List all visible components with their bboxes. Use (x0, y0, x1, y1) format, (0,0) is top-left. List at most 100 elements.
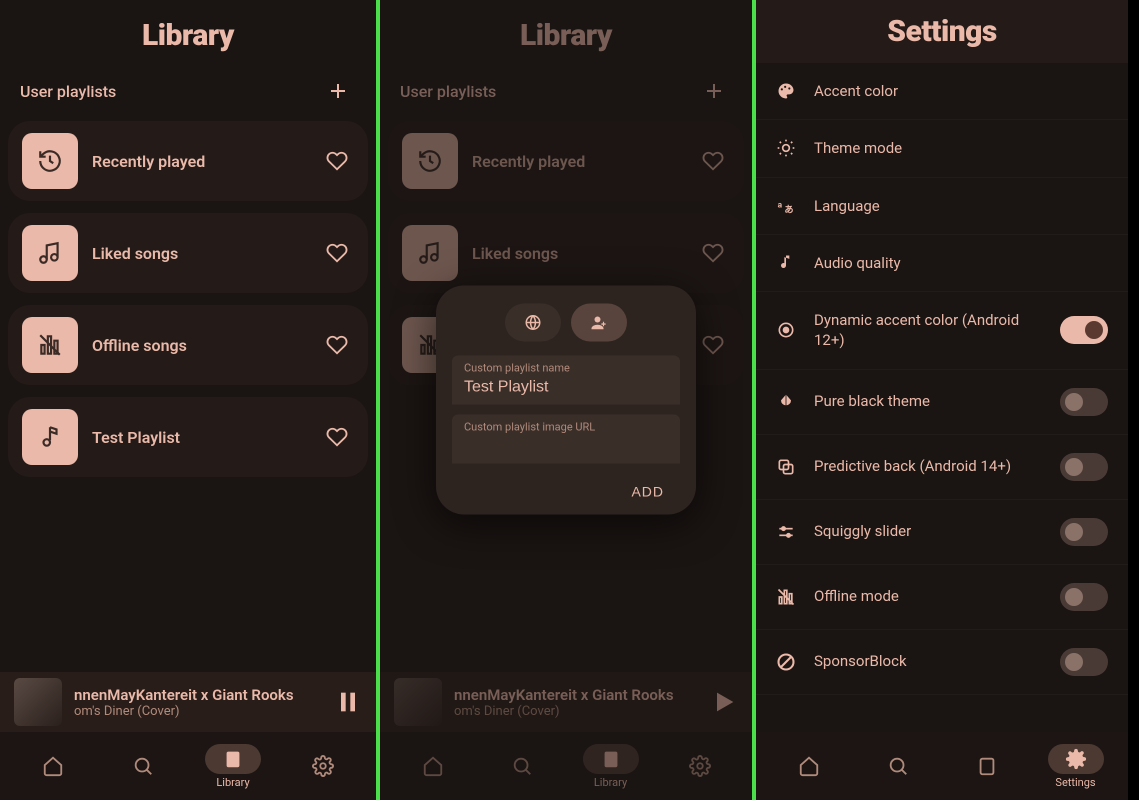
segment-import[interactable] (505, 304, 561, 342)
list-item[interactable]: Offline songs (8, 305, 368, 385)
setting-row[interactable]: aあLanguage (756, 178, 1128, 235)
nowplaying-subtitle: om's Diner (Cover) (74, 704, 322, 719)
nav-home[interactable] (388, 745, 477, 787)
toggle[interactable] (1060, 453, 1108, 481)
pause-button[interactable] (334, 688, 362, 716)
nav-label: Library (594, 776, 627, 789)
nav-library[interactable]: Library (566, 738, 655, 795)
section-header: User playlists (0, 63, 376, 121)
bottom-nav: Library (380, 732, 752, 800)
list-item[interactable]: Test Playlist (8, 397, 368, 477)
offline-icon (22, 317, 78, 373)
invert-icon (776, 392, 796, 412)
settings-list: Accent colorTheme modeaあLanguage Audio qu… (756, 63, 1128, 800)
playlist-label: Recently played (472, 152, 682, 171)
music-icon (402, 225, 458, 281)
search-icon (132, 755, 154, 777)
add-playlist-button[interactable] (320, 73, 356, 109)
add-playlist-button[interactable] (696, 73, 732, 109)
search-icon (887, 755, 909, 777)
page-title: Library (380, 0, 752, 63)
setting-label: SponsorBlock (814, 651, 1042, 671)
favorite-button[interactable] (696, 328, 730, 362)
toggle[interactable] (1060, 648, 1108, 676)
nav-search[interactable] (98, 745, 188, 787)
setting-row[interactable]: Audio quality (756, 235, 1128, 292)
section-header: User playlists (380, 63, 752, 121)
setting-row[interactable]: Squiggly slider (756, 500, 1128, 565)
setting-label: Audio quality (814, 253, 1108, 273)
sliders-icon (776, 522, 796, 542)
playlist-name-input[interactable] (464, 379, 668, 397)
playlist-label: Liked songs (472, 244, 682, 263)
palette-icon (776, 81, 796, 101)
favorite-button[interactable] (696, 236, 730, 270)
swatch-icon (776, 320, 796, 340)
album-art (14, 678, 62, 726)
favorite-button[interactable] (320, 420, 354, 454)
gear-icon (1065, 748, 1087, 770)
segment-custom[interactable] (571, 304, 627, 342)
setting-row[interactable]: Offline mode (756, 565, 1128, 630)
setting-row[interactable]: Theme mode (756, 120, 1128, 177)
toggle[interactable] (1060, 316, 1108, 344)
field-label: Custom playlist name (464, 362, 668, 375)
plus-icon (702, 79, 726, 103)
add-button[interactable]: ADD (625, 483, 670, 501)
toggle[interactable] (1060, 583, 1108, 611)
play-button[interactable] (710, 688, 738, 716)
nav-search[interactable] (853, 745, 942, 787)
list-item[interactable]: Recently played (388, 121, 744, 201)
setting-label: Predictive back (Android 14+) (814, 456, 1042, 476)
section-label: User playlists (400, 82, 496, 101)
setting-row[interactable]: Pure black theme (756, 370, 1128, 435)
nav-settings[interactable] (278, 745, 368, 787)
list-item[interactable]: Liked songs (8, 213, 368, 293)
svg-text:a: a (778, 200, 783, 210)
home-icon (42, 755, 64, 777)
playlist-url-field[interactable]: Custom playlist image URL (452, 415, 680, 464)
language-icon: aあ (776, 196, 796, 216)
offline-icon (776, 587, 796, 607)
playlist-url-input[interactable] (464, 438, 668, 456)
nav-library[interactable] (942, 745, 1031, 787)
setting-label: Dynamic accent color (Android 12+) (814, 310, 1042, 351)
playlist-label: Offline songs (92, 336, 306, 355)
nowplaying-subtitle: om's Diner (Cover) (454, 704, 698, 719)
favorite-button[interactable] (320, 144, 354, 178)
music-icon (22, 225, 78, 281)
history-icon (402, 133, 458, 189)
search-icon (511, 755, 533, 777)
toggle[interactable] (1060, 518, 1108, 546)
nav-search[interactable] (477, 745, 566, 787)
list-item[interactable]: Recently played (8, 121, 368, 201)
favorite-button[interactable] (320, 328, 354, 362)
setting-row[interactable]: Predictive back (Android 14+) (756, 435, 1128, 500)
library-icon (222, 748, 244, 770)
playlist-name-field[interactable]: Custom playlist name (452, 356, 680, 405)
section-label: User playlists (20, 82, 116, 101)
setting-row[interactable]: Dynamic accent color (Android 12+) (756, 292, 1128, 370)
history-icon (22, 133, 78, 189)
favorite-button[interactable] (696, 144, 730, 178)
setting-row[interactable]: Accent color (756, 63, 1128, 120)
favorite-button[interactable] (320, 236, 354, 270)
setting-row[interactable]: SponsorBlock (756, 630, 1128, 695)
panel-library-modal: Library User playlists Recently played L… (376, 0, 752, 800)
list-item[interactable]: Liked songs (388, 213, 744, 293)
block-icon (776, 652, 796, 672)
note-icon (22, 409, 78, 465)
album-art (394, 678, 442, 726)
nav-settings[interactable]: Settings (1031, 738, 1120, 795)
nav-settings[interactable] (655, 745, 744, 787)
nowplaying-bar[interactable]: nnenMayKantereit x Giant Rooks om's Dine… (0, 672, 376, 732)
toggle[interactable] (1060, 388, 1108, 416)
nav-home[interactable] (8, 745, 98, 787)
nav-library[interactable]: Library (188, 738, 278, 795)
playlist-label: Recently played (92, 152, 306, 171)
playlist-label: Test Playlist (92, 428, 306, 447)
nowplaying-title: nnenMayKantereit x Giant Rooks (74, 686, 322, 704)
nowplaying-bar[interactable]: nnenMayKantereit x Giant Rooks om's Dine… (380, 672, 752, 732)
nav-home[interactable] (764, 745, 853, 787)
library-icon (600, 748, 622, 770)
